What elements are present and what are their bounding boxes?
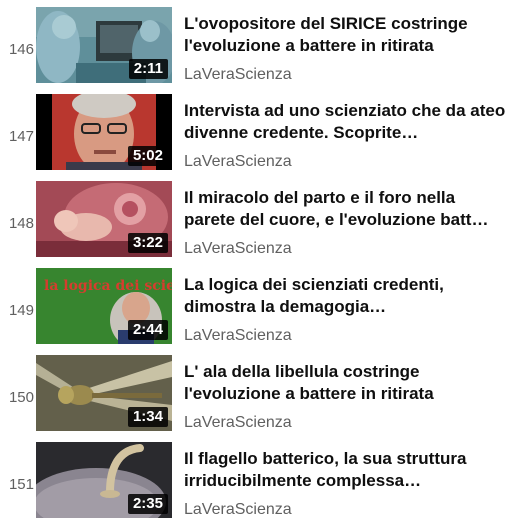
channel-name[interactable]: LaVeraScienza — [184, 152, 292, 172]
video-title[interactable]: Intervista ad uno scienziato che da ateo… — [184, 100, 509, 144]
item-index: 147 — [8, 128, 34, 145]
video-thumbnail[interactable]: 5:02 — [36, 94, 172, 170]
item-index: 148 — [8, 215, 34, 232]
video-title[interactable]: La logica dei scienziati credenti, dimos… — [184, 274, 509, 318]
video-thumbnail[interactable]: 3:22 — [36, 181, 172, 257]
video-title[interactable]: Il flagello batterico, la sua struttura … — [184, 448, 509, 492]
channel-name[interactable]: LaVeraScienza — [184, 239, 292, 259]
duration-badge: 5:02 — [127, 146, 168, 166]
channel-name[interactable]: LaVeraScienza — [184, 413, 292, 433]
list-item[interactable]: 149 la logica dei scienziati 2:44 La log… — [0, 268, 513, 355]
item-index: 151 — [8, 476, 34, 493]
channel-name[interactable]: LaVeraScienza — [184, 65, 292, 85]
video-thumbnail[interactable]: 1:34 — [36, 355, 172, 431]
video-title[interactable]: L' ala della libellula costringe l'evolu… — [184, 361, 509, 405]
duration-badge: 3:22 — [127, 233, 168, 253]
list-item[interactable]: 147 5:02 Intervista ad uno scienziato ch… — [0, 94, 513, 181]
list-item[interactable]: 146 2:11 L'ovopositore del SIRICE costri… — [0, 7, 513, 94]
thumb-overlay-text: la logica dei scienziati — [44, 278, 172, 294]
list-item[interactable]: 150 1:34 L' ala della libellula costring… — [0, 355, 513, 442]
channel-name[interactable]: LaVeraScienza — [184, 326, 292, 346]
video-thumbnail[interactable]: 2:35 — [36, 442, 172, 518]
item-index: 149 — [8, 302, 34, 319]
duration-badge: 2:11 — [128, 59, 168, 79]
list-item[interactable]: 148 3:22 Il miracolo del parto e il foro… — [0, 181, 513, 268]
video-thumbnail[interactable]: la logica dei scienziati 2:44 — [36, 268, 172, 344]
channel-name[interactable]: LaVeraScienza — [184, 500, 292, 520]
item-index: 150 — [8, 389, 34, 406]
video-title[interactable]: Il miracolo del parto e il foro nella pa… — [184, 187, 509, 231]
item-index: 146 — [8, 41, 34, 58]
duration-badge: 2:35 — [127, 494, 168, 514]
video-thumbnail[interactable]: 2:11 — [36, 7, 172, 83]
video-title[interactable]: L'ovopositore del SIRICE costringe l'evo… — [184, 13, 509, 57]
list-item[interactable]: 151 2:35 Il flagello batterico, la sua s… — [0, 442, 513, 529]
duration-badge: 2:44 — [127, 320, 168, 340]
duration-badge: 1:34 — [127, 407, 168, 427]
